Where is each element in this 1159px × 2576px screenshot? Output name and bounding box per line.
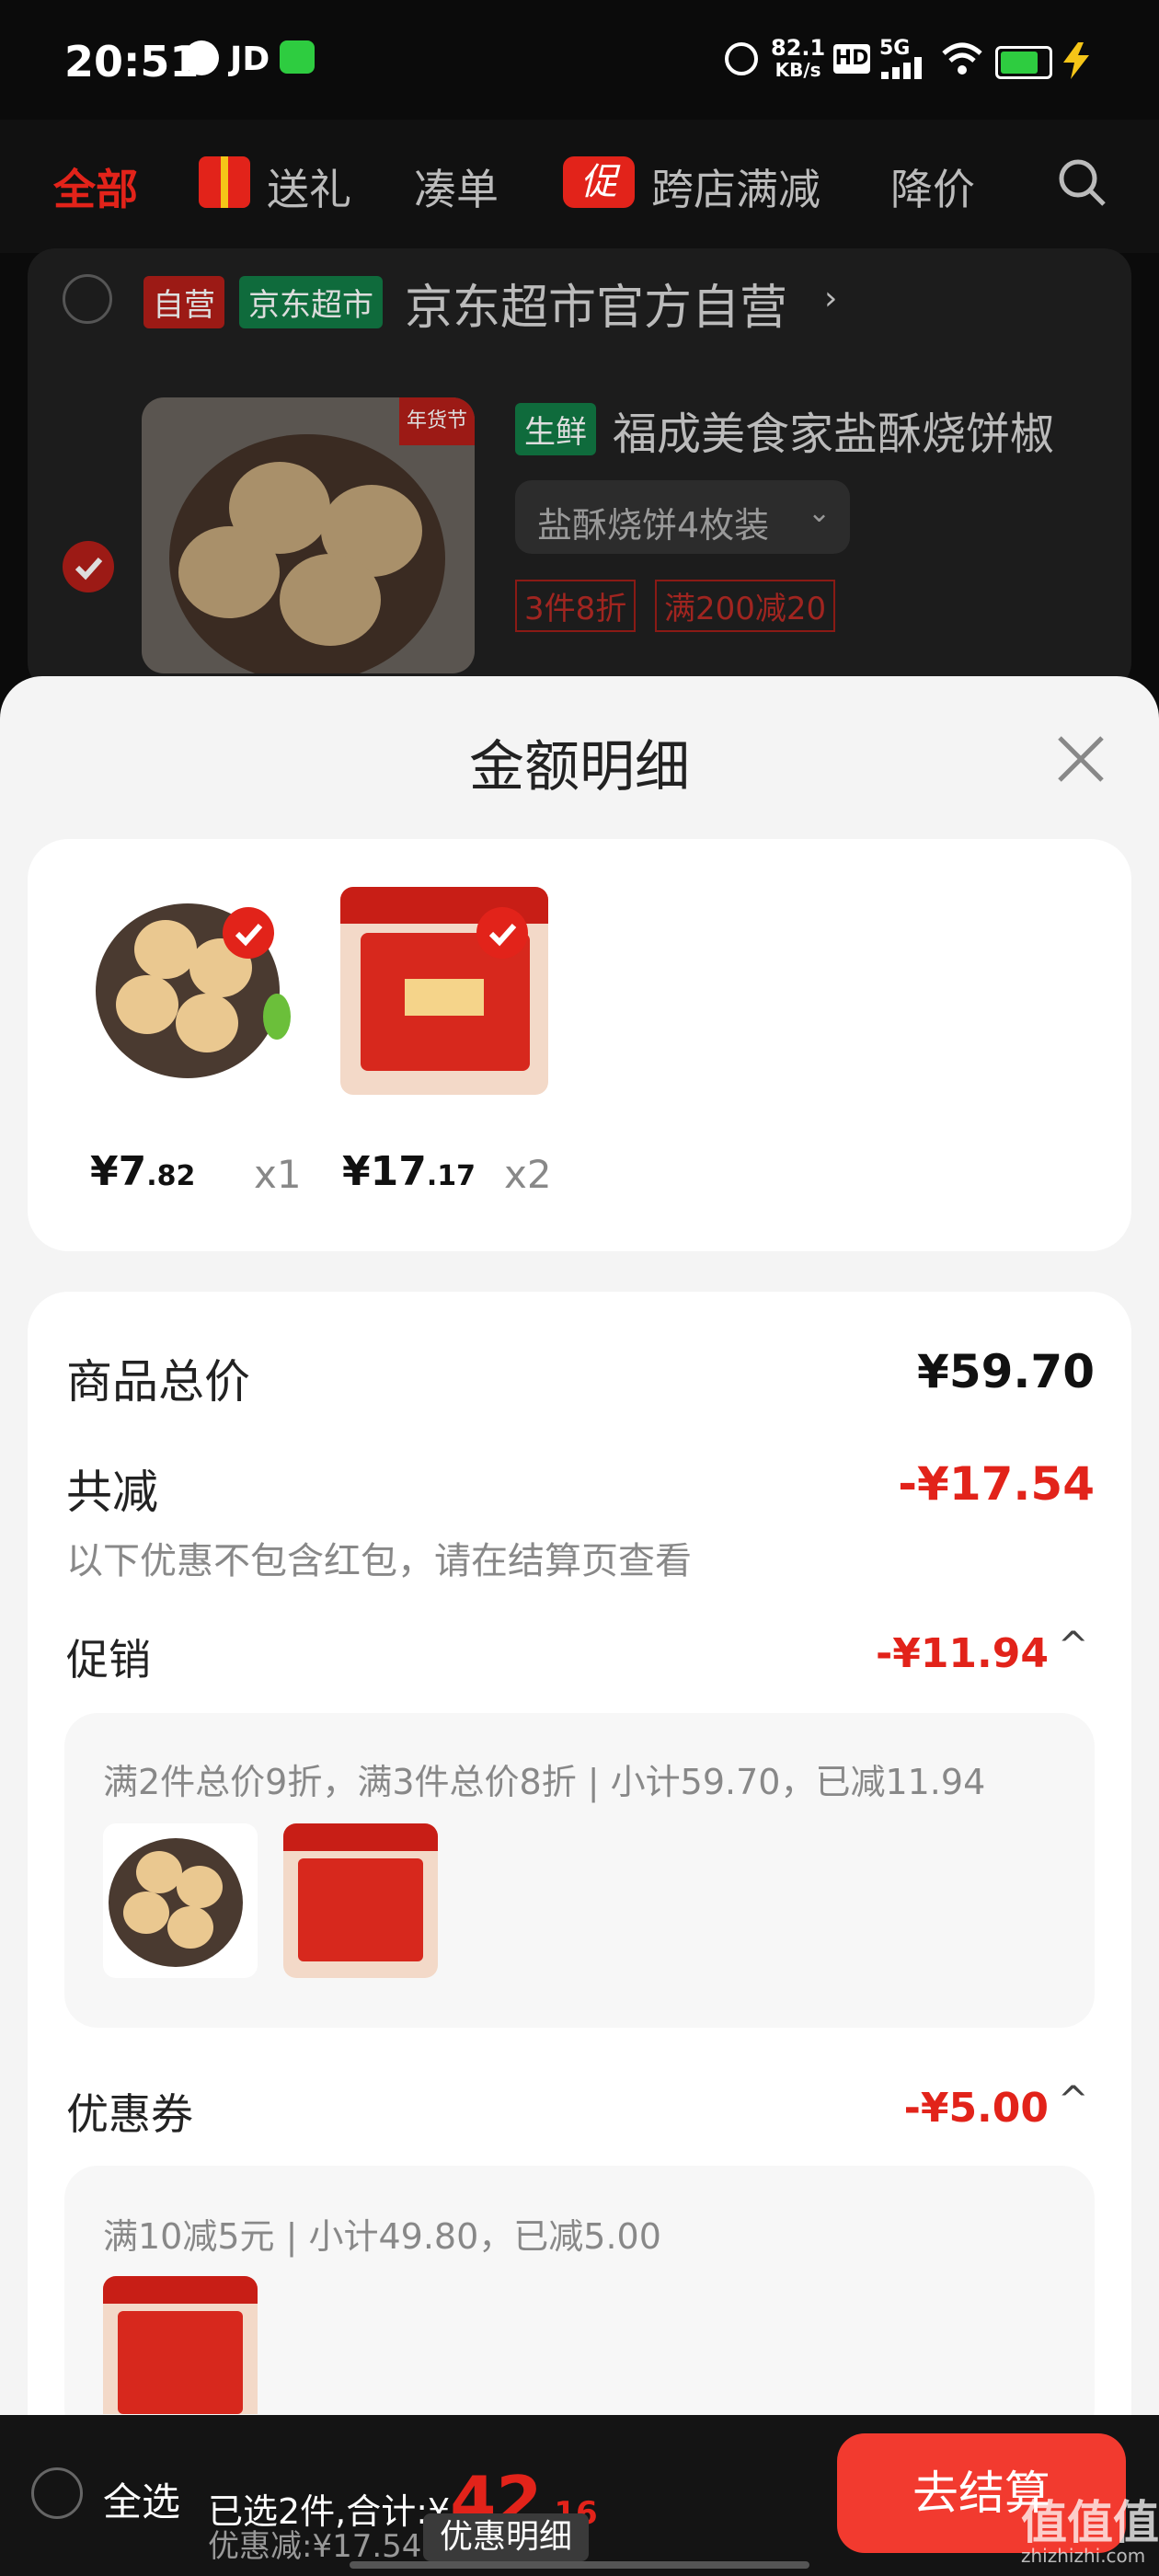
coupon-detail-text: 满10减5元 | 小计49.80，已减5.00 — [103, 2216, 661, 2257]
reduce-note: 以下优惠不包含红包，请在结算页查看 — [66, 1540, 692, 1582]
store-name[interactable]: 京东超市官方自营 — [405, 269, 787, 338]
item-qty: x2 — [504, 1152, 552, 1197]
reduce-label: 共减 — [66, 1466, 158, 1519]
discount-detail-button[interactable]: 优惠明细 — [423, 2513, 589, 2561]
charging-icon — [1063, 42, 1089, 79]
spec-selector[interactable]: 盐酥烧饼4枚装 ⌄ — [515, 480, 850, 554]
item-price: ¥7.82 — [90, 1148, 196, 1195]
wifi-icon — [942, 42, 982, 75]
new-year-label: 年货节 — [399, 397, 475, 445]
item-checked-icon — [223, 907, 274, 959]
status-bar: 20:51 JD 82.1 KB/s HD 5G — [0, 0, 1159, 120]
promo-tag: 促 — [563, 156, 635, 208]
alarm-icon — [725, 42, 758, 75]
chevron-up-icon[interactable]: ^ — [1058, 2079, 1089, 2122]
tab-price-drop[interactable]: 降价 — [890, 156, 975, 217]
fresh-badge: 生鲜 — [515, 403, 596, 455]
item-checkbox-checked[interactable] — [63, 541, 114, 592]
status-time: 20:51 — [64, 37, 200, 86]
net-speed-unit: KB/s — [775, 59, 821, 81]
search-icon[interactable] — [1056, 156, 1107, 208]
chevron-down-icon: ⌄ — [808, 497, 832, 529]
promo-item-thumb — [283, 1823, 438, 1978]
promo-label: 促销 — [66, 1635, 151, 1685]
item-price: ¥17.17 — [342, 1148, 476, 1195]
select-all-checkbox[interactable] — [31, 2467, 83, 2519]
total-label: 商品总价 — [66, 1355, 250, 1409]
tab-gift[interactable]: 送礼 — [267, 156, 351, 217]
discount-text: 优惠减:¥17.54 — [208, 2528, 422, 2565]
promo-tag-threshold: 满200减20 — [655, 580, 836, 632]
tab-all[interactable]: 全部 — [53, 156, 138, 217]
tab-add-on[interactable]: 凑单 — [414, 156, 499, 217]
coupon-value: -¥5.00 — [903, 2085, 1049, 2132]
select-all-label[interactable]: 全选 — [103, 2471, 180, 2527]
product-title[interactable]: 福成美食家盐酥烧饼椒 — [613, 397, 1054, 462]
net-speed: 82.1 — [771, 35, 826, 61]
chevron-up-icon[interactable]: ^ — [1058, 1625, 1089, 1667]
spec-label: 盐酥烧饼4枚装 — [537, 505, 770, 546]
signal-icon — [881, 57, 922, 79]
coupon-label: 优惠券 — [66, 2089, 193, 2139]
battery-icon — [995, 46, 1052, 79]
total-value: ¥59.70 — [917, 1345, 1095, 1398]
close-icon[interactable] — [1049, 727, 1113, 791]
gift-icon — [199, 156, 250, 208]
tab-cross-store[interactable]: 跨店满减 — [651, 156, 820, 217]
watermark-url: zhizhizhi.com — [1021, 2545, 1146, 2567]
jd-market-badge: 京东超市 — [239, 276, 383, 328]
product-thumbnail[interactable]: 年货节 — [142, 397, 475, 673]
store-checkbox[interactable] — [63, 274, 112, 324]
watermark-logo: 值值值 — [1021, 2496, 1159, 2549]
hd-icon: HD — [833, 44, 870, 74]
sheet-title: 金额明细 — [469, 735, 690, 799]
self-operated-badge: 自营 — [143, 276, 224, 328]
promo-item-thumb — [103, 1823, 258, 1978]
item-checked-icon — [476, 907, 528, 959]
promo-value: -¥11.94 — [875, 1630, 1049, 1677]
home-indicator — [350, 2561, 809, 2569]
app-notification-icon — [184, 40, 219, 75]
promo-tag-discount: 3件8折 — [515, 580, 637, 632]
coupon-item-thumb — [103, 2276, 258, 2414]
wechat-icon — [280, 40, 315, 74]
reduce-value: -¥17.54 — [898, 1457, 1095, 1511]
promo-detail-text: 满2件总价9折，满3件总价8折 | 小计59.70，已减11.94 — [103, 1762, 986, 1802]
carrier-label: JD — [230, 40, 270, 78]
item-qty: x1 — [254, 1152, 302, 1197]
chevron-right-icon: › — [824, 280, 838, 317]
